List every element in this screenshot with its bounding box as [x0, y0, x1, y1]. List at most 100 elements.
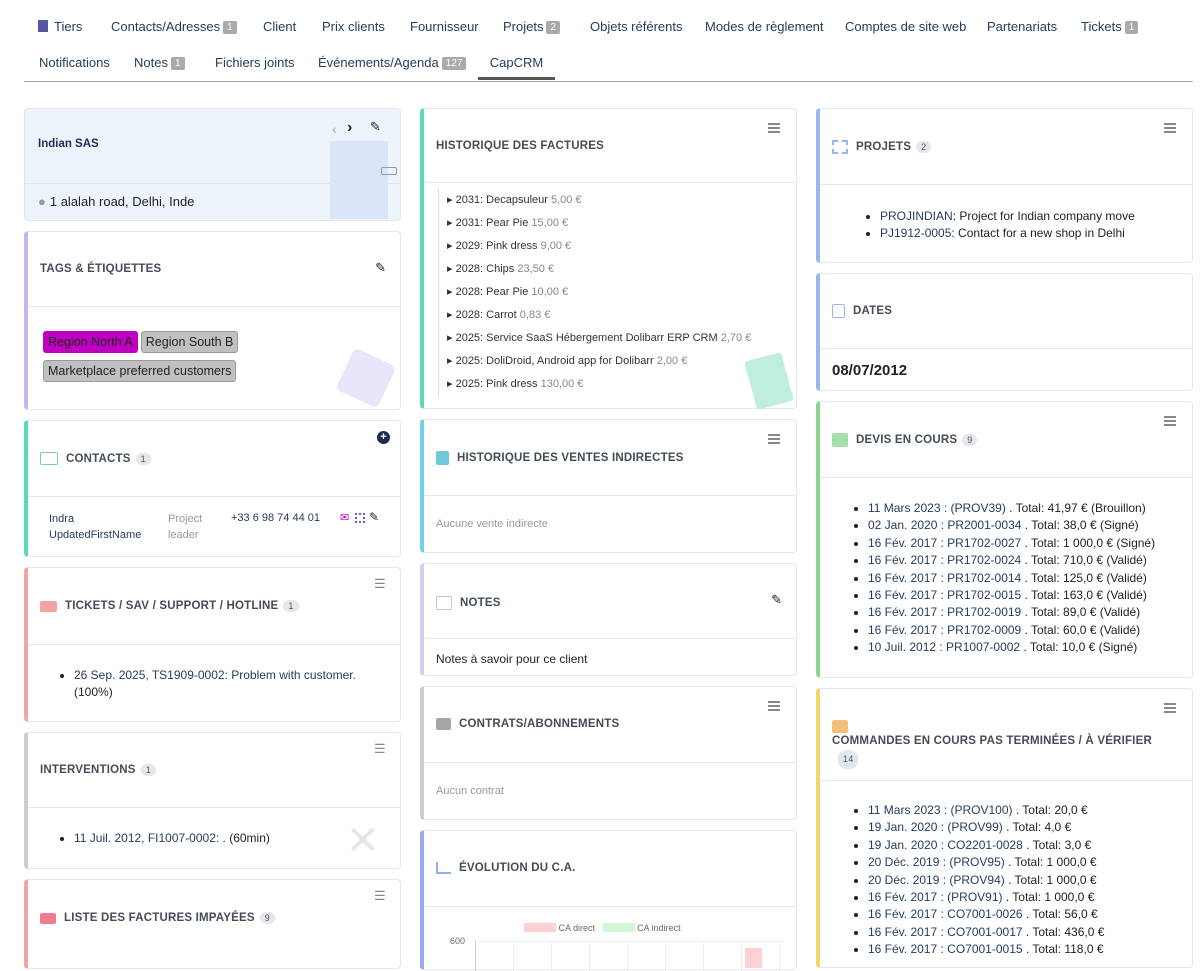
menu-icon[interactable]	[1164, 703, 1176, 713]
order-link[interactable]: 19 Jan. 2020 : (PROV99)	[868, 820, 1003, 834]
quote-link[interactable]: 16 Fév. 2017 : PR1702-0009	[868, 623, 1021, 637]
ticket-link[interactable]: 26 Sep. 2025, TS1909-0002: Problem with …	[74, 668, 356, 682]
note-icon	[436, 596, 452, 610]
menu-icon[interactable]	[1164, 416, 1176, 426]
quote-link[interactable]: 16 Fév. 2017 : PR1702-0014	[868, 571, 1021, 585]
prev-arrow-icon[interactable]: ‹	[332, 121, 337, 137]
tab-contacts[interactable]: Contacts/Adresses 1	[111, 19, 237, 34]
tag-pill[interactable]: Marketplace preferred customers	[43, 360, 237, 382]
add-contact-icon[interactable]: +	[377, 431, 390, 444]
list-item: 16 Fév. 2017 : CO7001-0026 . Total: 56,0…	[868, 906, 1182, 923]
chart-plot-area	[475, 941, 785, 971]
list-item: 11 Mars 2023 : (PROV100) . Total: 20,0 €	[868, 802, 1182, 819]
tab-partnerships[interactable]: Partenariats	[987, 19, 1057, 34]
list-item[interactable]: ▸ 2028: Carrot 0,83 €	[447, 304, 778, 327]
tab-notes[interactable]: Notes 1	[134, 55, 185, 70]
interventions-count: 1	[140, 764, 156, 776]
list-icon[interactable]	[374, 888, 388, 904]
list-item[interactable]: ▸ 2028: Pear Pie 10,00 €	[447, 281, 778, 304]
list-item[interactable]: ▸ 2031: Decapsuleur 5,00 €	[447, 189, 778, 212]
quote-link[interactable]: 02 Jan. 2020 : PR2001-0034	[868, 518, 1021, 532]
order-link[interactable]: 11 Mars 2023 : (PROV100)	[868, 803, 1013, 817]
list-item[interactable]: ▸ 2025: Pink dress 130,00 €	[447, 373, 778, 396]
project-link[interactable]: PJ1912-0005	[880, 226, 951, 240]
y-tick-label: 600	[450, 936, 466, 946]
quote-link[interactable]: 16 Fév. 2017 : PR1702-0015	[868, 588, 1021, 602]
quote-link[interactable]: 16 Fév. 2017 : PR1702-0024	[868, 553, 1021, 567]
list-item: 16 Fév. 2017 : CO7001-0015 . Total: 118,…	[868, 941, 1182, 958]
contact-edit-icon[interactable]: ✎	[369, 510, 379, 524]
list-item: 20 Déc. 2019 : (PROV94) . Total: 1 000,0…	[868, 872, 1182, 889]
contact-phone[interactable]: +33 6 98 74 44 01	[231, 512, 320, 524]
list-item: PJ1912-0005: Contact for a new shop in D…	[880, 225, 1174, 242]
tab-website-accounts[interactable]: Comptes de site web	[845, 19, 966, 34]
tab-client[interactable]: Client	[263, 19, 296, 34]
tab-referent-objects[interactable]: Objets référents	[590, 19, 683, 34]
tab-tickets[interactable]: Tickets 1	[1081, 19, 1139, 34]
next-arrow-icon[interactable]: ›	[347, 119, 352, 137]
tickets-title: TICKETS / SAV / SUPPORT / HOTLINE	[65, 600, 279, 612]
tag-pill[interactable]: Region South B	[140, 331, 239, 353]
orders-title: COMMANDES EN COURS PAS TERMINÉES / À VÉR…	[832, 735, 1152, 747]
tab-capcrm[interactable]: CapCRM	[478, 55, 555, 80]
list-item: 16 Fév. 2017 : CO7001-0017 . Total: 436,…	[868, 924, 1182, 941]
notes-edit-icon[interactable]: ✎	[771, 592, 782, 608]
quote-link[interactable]: 11 Mars 2023 : (PROV39)	[868, 501, 1006, 515]
menu-icon[interactable]	[768, 123, 780, 133]
notes-text: Notes à savoir pour ce client	[436, 652, 588, 666]
list-icon[interactable]	[374, 741, 388, 757]
qrcode-icon[interactable]	[355, 513, 365, 523]
order-link[interactable]: 16 Fév. 2017 : CO7001-0015	[868, 942, 1023, 956]
project-icon	[832, 140, 848, 154]
edit-icon[interactable]: ✎	[370, 119, 381, 135]
menu-icon[interactable]	[1164, 123, 1176, 133]
toggle-icon[interactable]	[381, 167, 397, 175]
tab-supplier[interactable]: Fournisseur	[410, 19, 479, 34]
order-link[interactable]: 16 Fév. 2017 : CO7001-0017	[868, 925, 1023, 939]
tab-attached-files[interactable]: Fichiers joints	[215, 55, 294, 70]
tab-customer-prices[interactable]: Prix clients	[322, 19, 385, 34]
tab-events[interactable]: Événements/Agenda 127	[318, 55, 467, 70]
menu-icon[interactable]	[768, 701, 780, 711]
list-item[interactable]: ▸ 2029: Pink dress 9,00 €	[447, 235, 778, 258]
list-item[interactable]: ▸ 2031: Pear Pie 15,00 €	[447, 212, 778, 235]
list-item[interactable]: ▸ 2028: Chips 23,50 €	[447, 258, 778, 281]
quote-link[interactable]: 10 Juil. 2012 : PR1007-0002	[868, 640, 1020, 654]
tab-notifications[interactable]: Notifications	[39, 55, 110, 70]
order-link[interactable]: 16 Fév. 2017 : CO7001-0026	[868, 907, 1023, 921]
order-link[interactable]: 20 Déc. 2019 : (PROV95)	[868, 855, 1005, 869]
contracts-title: CONTRATS/ABONNEMENTS	[459, 718, 620, 730]
tab-payment-modes[interactable]: Modes de règlement	[705, 19, 824, 34]
list-item: 10 Juil. 2012 : PR1007-0002 . Total: 10,…	[868, 639, 1182, 656]
interventions-list: 11 Juil. 2012, FI1007-0002: . (60min)	[48, 830, 348, 847]
contacts-box: + CONTACTS 1 Indra UpdatedFirstName Projec…	[24, 420, 401, 557]
contact-name[interactable]: Indra UpdatedFirstName	[49, 511, 141, 543]
quote-link[interactable]: 16 Fév. 2017 : PR1702-0027	[868, 536, 1021, 550]
project-link[interactable]: PROJINDIAN	[880, 209, 953, 223]
tags-edit-icon[interactable]: ✎	[375, 260, 386, 276]
bag-icon	[436, 451, 449, 465]
order-link[interactable]: 20 Déc. 2019 : (PROV94)	[868, 873, 1005, 887]
contracts-box: CONTRATS/ABONNEMENTS Aucun contrat	[420, 686, 797, 820]
order-link[interactable]: 16 Fév. 2017 : (PROV91)	[868, 890, 1003, 904]
quote-link[interactable]: 16 Fév. 2017 : PR1702-0019	[868, 605, 1021, 619]
tag-pill[interactable]: Region North A	[43, 331, 138, 353]
legend-swatch-direct	[524, 923, 556, 932]
list-item: 16 Fév. 2017 : (PROV91) . Total: 1 000,0…	[868, 889, 1182, 906]
menu-icon[interactable]	[768, 434, 780, 444]
tab-tiers[interactable]: Tiers	[38, 19, 82, 34]
list-item: 16 Fév. 2017 : PR1702-0014 . Total: 125,…	[868, 570, 1182, 587]
quotes-list: 11 Mars 2023 : (PROV39) . Total: 41,97 €…	[842, 500, 1182, 657]
invoices-list: ▸ 2031: Decapsuleur 5,00 € ▸ 2031: Pear …	[438, 189, 778, 396]
order-link[interactable]: 19 Jan. 2020 : CO2201-0028	[868, 838, 1023, 852]
email-icon[interactable]: ✉	[340, 511, 349, 524]
intervention-link[interactable]: 11 Juil. 2012, FI1007-0002:	[74, 831, 223, 845]
megaphone-icon	[40, 912, 56, 924]
list-item[interactable]: ▸ 2025: Service SaaS Hébergement Dolibar…	[447, 327, 778, 350]
orders-list: 11 Mars 2023 : (PROV100) . Total: 20,0 €…	[842, 802, 1182, 959]
list-item[interactable]: ▸ 2025: DoliDroid, Android app for Dolib…	[447, 350, 778, 373]
list-item: 19 Jan. 2020 : CO2201-0028 . Total: 3,0 …	[868, 837, 1182, 854]
contacts-count: 1	[135, 452, 151, 465]
tab-projects[interactable]: Projets 2	[503, 19, 561, 34]
list-icon[interactable]	[374, 576, 388, 592]
